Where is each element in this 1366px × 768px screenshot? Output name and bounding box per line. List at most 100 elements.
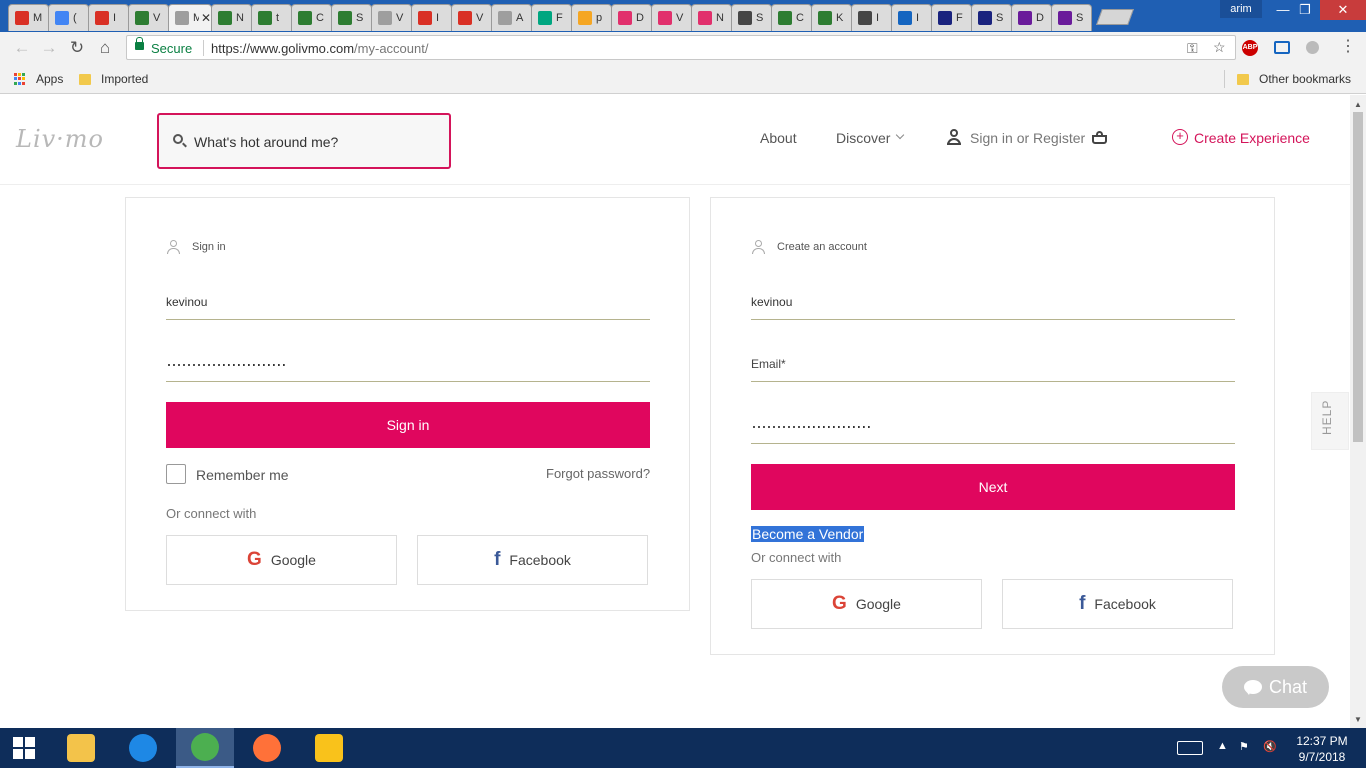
- signin-google-button[interactable]: G Google: [166, 535, 397, 585]
- register-username-input[interactable]: [751, 290, 1235, 314]
- scrollbar-thumb[interactable]: [1353, 112, 1363, 442]
- browser-tab[interactable]: V: [451, 4, 492, 31]
- plus-circle-icon[interactable]: +: [1172, 129, 1188, 145]
- close-tab-icon[interactable]: ✕: [201, 11, 211, 25]
- keyboard-icon[interactable]: [1177, 741, 1203, 755]
- reload-icon[interactable]: ↻: [67, 38, 87, 58]
- flag-icon[interactable]: ⚑: [1239, 740, 1249, 753]
- close-window-button[interactable]: ✕: [1320, 0, 1366, 20]
- signin-button[interactable]: Sign in: [166, 402, 650, 448]
- browser-tab[interactable]: F: [531, 4, 572, 31]
- search-input[interactable]: [194, 132, 434, 152]
- profile-button[interactable]: arim: [1220, 0, 1262, 18]
- address-bar[interactable]: Secure https://www.golivmo.com/my-accoun…: [126, 35, 1236, 60]
- browser-tab[interactable]: M✕: [168, 4, 212, 31]
- chevron-down-icon[interactable]: [895, 130, 905, 140]
- extension-icon[interactable]: [1274, 41, 1290, 54]
- new-tab-button[interactable]: [1096, 9, 1134, 25]
- forward-icon[interactable]: →: [39, 38, 59, 58]
- adblock-icon[interactable]: ABP: [1242, 40, 1258, 56]
- je-app-icon[interactable]: [300, 728, 358, 768]
- signin-password-input[interactable]: [166, 352, 650, 376]
- bookmark-imported[interactable]: Imported: [79, 72, 148, 86]
- browser-tab[interactable]: t: [251, 4, 292, 31]
- browser-tab[interactable]: D: [1011, 4, 1052, 31]
- scroll-down-icon[interactable]: ▼: [1354, 715, 1362, 724]
- browser-tab[interactable]: F: [931, 4, 972, 31]
- browser-tab[interactable]: (: [48, 4, 89, 31]
- windows-start-icon[interactable]: [0, 728, 48, 768]
- user-icon[interactable]: [946, 129, 962, 145]
- browser-tab[interactable]: V: [371, 4, 412, 31]
- next-button[interactable]: Next: [751, 464, 1235, 510]
- register-password-field[interactable]: [751, 414, 1235, 444]
- browser-tab[interactable]: K: [811, 4, 852, 31]
- browser-tab[interactable]: S: [331, 4, 372, 31]
- browser-tab[interactable]: M I: [8, 4, 49, 31]
- bookmark-apps[interactable]: Apps: [14, 72, 63, 86]
- instagram-icon: [618, 11, 632, 25]
- browser-tab[interactable]: I: [851, 4, 892, 31]
- page-scrollbar[interactable]: ▲ ▼: [1350, 95, 1366, 728]
- tab-title: C: [796, 12, 804, 24]
- browser-tab[interactable]: A: [491, 4, 532, 31]
- browser-tab[interactable]: S: [971, 4, 1012, 31]
- scroll-up-icon[interactable]: ▲: [1354, 100, 1362, 109]
- remember-me-checkbox[interactable]: [166, 464, 186, 484]
- extension-circle-icon[interactable]: [1306, 41, 1319, 54]
- signin-username-field[interactable]: [166, 290, 650, 320]
- nav-about[interactable]: About: [760, 130, 797, 146]
- browser-tab[interactable]: S: [731, 4, 772, 31]
- nav-create-experience[interactable]: Create Experience: [1194, 130, 1310, 146]
- firefox-icon[interactable]: [238, 728, 296, 768]
- browser-tab[interactable]: C: [291, 4, 332, 31]
- browser-tab[interactable]: I: [891, 4, 932, 31]
- chevron-up-icon[interactable]: ▲: [1217, 740, 1228, 752]
- file-explorer-icon[interactable]: [52, 728, 110, 768]
- chat-button[interactable]: Chat: [1222, 666, 1329, 708]
- nav-discover[interactable]: Discover: [836, 130, 890, 146]
- signin-password-field[interactable]: [166, 352, 650, 382]
- register-email-input[interactable]: [751, 352, 1235, 376]
- browser-tab[interactable]: N: [691, 4, 732, 31]
- become-vendor-link[interactable]: Become a Vendor: [751, 526, 865, 542]
- bookmark-other[interactable]: Other bookmarks: [1237, 72, 1351, 86]
- browser-tab[interactable]: p: [571, 4, 612, 31]
- forgot-password-link[interactable]: Forgot password?: [546, 466, 650, 481]
- home-icon[interactable]: ⌂: [95, 38, 115, 58]
- remember-me-label[interactable]: Remember me: [196, 467, 289, 483]
- browser-tab[interactable]: I: [88, 4, 129, 31]
- browser-tab[interactable]: N: [211, 4, 252, 31]
- signin-facebook-button[interactable]: f Facebook: [417, 535, 648, 585]
- nav-signin-register[interactable]: Sign in or Register: [970, 130, 1085, 146]
- clock[interactable]: 12:37 PM 9/7/2018: [1296, 733, 1348, 765]
- browser-tab[interactable]: S: [1051, 4, 1092, 31]
- store-icon: [1018, 11, 1032, 25]
- browser-tab-strip: M I(IVM✕NtCSVIVAFpDVNSCKIIFSDS arim — ❐ …: [0, 0, 1366, 32]
- search-box[interactable]: [157, 113, 451, 169]
- internet-explorer-icon[interactable]: [114, 728, 172, 768]
- signin-username-input[interactable]: [166, 290, 650, 314]
- livmo-logo[interactable]: Liv·mo: [16, 125, 104, 153]
- menu-icon[interactable]: ⋮: [1340, 36, 1356, 56]
- back-icon[interactable]: ←: [12, 38, 32, 58]
- key-icon[interactable]: ⚿: [1187, 40, 1198, 57]
- volume-muted-icon[interactable]: 🔇: [1263, 740, 1277, 753]
- register-email-field[interactable]: [751, 352, 1235, 382]
- wordpress-icon: [738, 11, 752, 25]
- browser-tab[interactable]: C: [771, 4, 812, 31]
- browser-tab[interactable]: D: [611, 4, 652, 31]
- chrome-icon[interactable]: [176, 728, 234, 768]
- browser-tab[interactable]: V: [128, 4, 169, 31]
- register-facebook-button[interactable]: f Facebook: [1002, 579, 1233, 629]
- basket-icon[interactable]: [1091, 131, 1108, 144]
- register-username-field[interactable]: [751, 290, 1235, 320]
- maximize-button[interactable]: ❐: [1290, 0, 1320, 20]
- browser-tab[interactable]: V: [651, 4, 692, 31]
- help-tab[interactable]: HELP: [1311, 392, 1349, 450]
- bookmark-star-icon[interactable]: ☆: [1213, 39, 1226, 56]
- url-text[interactable]: https://www.golivmo.com/my-account/: [211, 41, 428, 56]
- browser-tab[interactable]: I: [411, 4, 452, 31]
- register-google-button[interactable]: G Google: [751, 579, 982, 629]
- register-password-input[interactable]: [751, 414, 1235, 438]
